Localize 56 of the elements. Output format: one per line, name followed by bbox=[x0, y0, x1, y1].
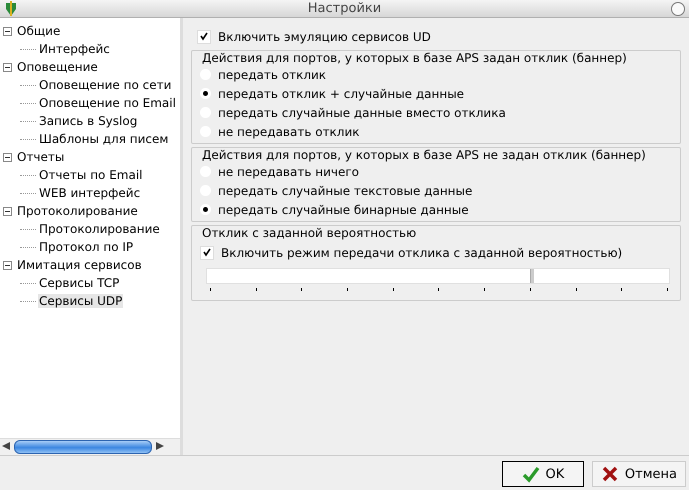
group-title: Отклик с заданной вероятностью bbox=[200, 226, 418, 240]
close-button[interactable] bbox=[670, 2, 685, 16]
radio-label: передать отклик bbox=[218, 68, 326, 82]
slider-tick bbox=[621, 288, 622, 291]
tree-item[interactable]: Отчеты по Email bbox=[38, 168, 144, 182]
tree-item[interactable]: Протоколирование bbox=[38, 222, 161, 236]
expander-icon[interactable] bbox=[3, 26, 12, 36]
tree-item[interactable]: Оповещение по Email bbox=[38, 96, 177, 110]
slider-thumb[interactable] bbox=[530, 269, 534, 283]
slider-tick bbox=[392, 288, 394, 291]
checkbox[interactable] bbox=[197, 30, 211, 44]
tree-item[interactable]: Общие bbox=[16, 24, 62, 38]
group-title: Действия для портов, у которых в базе APS не задан отклик (баннер) bbox=[200, 148, 648, 162]
tree-item[interactable]: Оповещение по сети bbox=[38, 78, 172, 92]
scrollbar-thumb[interactable] bbox=[14, 440, 152, 454]
app-icon bbox=[4, 0, 18, 16]
radio-button[interactable] bbox=[200, 88, 211, 99]
radio-button[interactable] bbox=[200, 204, 211, 215]
checkbox-label: Включить эмуляцию сервисов UD bbox=[218, 30, 431, 44]
tree-item[interactable]: Запись в Syslog bbox=[38, 114, 138, 128]
tree-item[interactable]: Протокол по IP bbox=[38, 240, 134, 254]
radio-label: передать случайные данные вместо отклика bbox=[218, 106, 506, 120]
window-title: Настройки bbox=[308, 1, 382, 16]
checkbox[interactable] bbox=[200, 246, 214, 260]
radio-label: передать случайные текстовые данные bbox=[218, 184, 472, 198]
expander-icon[interactable] bbox=[3, 152, 12, 162]
radio-label: не передавать ничего bbox=[218, 164, 359, 178]
tree-item[interactable]: WEB интерфейс bbox=[38, 186, 142, 200]
expander-icon[interactable] bbox=[3, 62, 12, 72]
scroll-right-icon[interactable] bbox=[156, 442, 164, 450]
cross-icon bbox=[600, 465, 619, 483]
radio-label: не передавать отклик bbox=[218, 124, 360, 138]
slider-tick bbox=[484, 288, 486, 291]
expander-icon[interactable] bbox=[3, 260, 12, 270]
tree-item[interactable]: Интерфейс bbox=[38, 42, 111, 56]
check-icon bbox=[522, 465, 540, 483]
expander-icon[interactable] bbox=[3, 206, 12, 216]
radio-label: передать отклик + случайные данные bbox=[218, 86, 464, 100]
radio-label: передать случайные бинарные данные bbox=[218, 202, 469, 216]
checkbox-label: Включить режим передачи отклика с заданной вероятностью) bbox=[221, 246, 622, 260]
tree-item[interactable]: Отчеты bbox=[16, 150, 66, 164]
slider-tick bbox=[347, 288, 348, 291]
tree-item[interactable]: Протоколирование bbox=[16, 204, 139, 218]
slider-tick bbox=[666, 288, 668, 291]
slider-tick bbox=[530, 288, 531, 291]
group-title: Действия для портов, у которых в базе APS задан отклик (баннер) bbox=[200, 51, 629, 65]
tree-item[interactable]: Шаблоны для писем bbox=[38, 132, 170, 146]
tree-item[interactable]: Имитация сервисов bbox=[16, 258, 143, 272]
ok-button[interactable]: OK bbox=[502, 461, 584, 487]
scroll-left-icon[interactable] bbox=[2, 442, 10, 450]
tree-item[interactable]: Оповещение bbox=[16, 60, 99, 74]
cancel-button[interactable]: Отмена bbox=[592, 461, 686, 487]
slider-track[interactable] bbox=[206, 268, 670, 284]
tree-item[interactable]: Сервисы UDP bbox=[38, 294, 124, 308]
slider-tick bbox=[210, 288, 211, 291]
tree-item[interactable]: Сервисы TCP bbox=[38, 276, 120, 290]
